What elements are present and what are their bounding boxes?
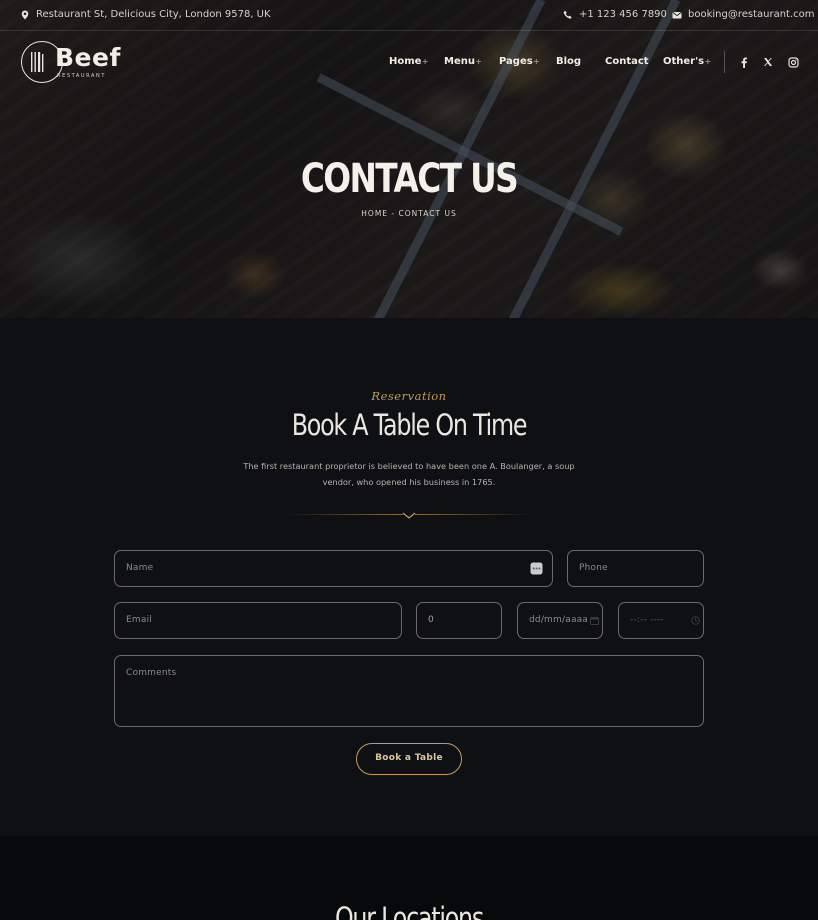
nav-item-others[interactable]: Other's + <box>663 56 711 67</box>
nav-item-home[interactable]: Home + <box>389 56 428 67</box>
x-icon[interactable] <box>761 55 775 69</box>
main-navigation: Beef RESTAURANT Home + Menu + Pages + Blog … <box>0 31 818 95</box>
plus-icon: + <box>533 57 540 66</box>
nav-item-menu[interactable]: Menu + <box>444 56 482 67</box>
ornament-line-left <box>285 514 403 515</box>
comments-placeholder: Comments <box>126 668 177 678</box>
envelope-icon <box>672 11 682 18</box>
cutlery-icon <box>31 52 44 72</box>
date-input[interactable]: dd/mm/aaaa <box>517 602 603 639</box>
email-placeholder: Email <box>126 615 152 625</box>
name-placeholder: Name <box>126 563 154 573</box>
map-pin-icon <box>21 10 29 19</box>
nav-divider <box>724 51 725 73</box>
phone-text: +1 123 456 7890 <box>579 9 667 20</box>
date-placeholder: dd/mm/aaaa <box>529 615 589 625</box>
logo-wordmark: Beef <box>55 43 121 72</box>
page-title: CONTACT US <box>300 156 519 202</box>
phone-icon <box>563 10 572 19</box>
nav-item-label: Contact <box>605 56 649 67</box>
nav-item-label: Menu <box>444 56 475 67</box>
address-info: Restaurant St, Delicious City, London 95… <box>20 9 271 20</box>
section-heading: Book A Table On Time <box>291 408 528 442</box>
logo-tagline: RESTAURANT <box>57 73 107 79</box>
nav-item-label: Home <box>389 56 422 67</box>
section-kicker: Reservation <box>371 389 447 403</box>
locations-heading: Our Locations <box>334 901 484 920</box>
autofill-icon[interactable] <box>530 562 543 575</box>
guests-value: 0 <box>428 615 434 625</box>
email-text: booking@restaurant.com <box>688 9 815 20</box>
chevron-down-icon <box>402 512 416 519</box>
section-description: The first restaurant proprietor is belie… <box>243 461 575 487</box>
nav-item-label: Blog <box>556 56 582 67</box>
calendar-icon[interactable] <box>590 616 599 625</box>
plus-icon: + <box>704 57 712 66</box>
nav-item-pages[interactable]: Pages + <box>499 56 540 67</box>
ornament-line-right <box>415 514 533 515</box>
top-info-bar: Restaurant St, Delicious City, London 95… <box>0 0 818 31</box>
beef-logo[interactable]: Beef RESTAURANT <box>21 41 120 85</box>
name-input[interactable]: Name <box>114 550 553 587</box>
breadcrumb: HOME - CONTACT US <box>361 209 457 218</box>
nav-item-contact[interactable]: Contact <box>605 56 649 67</box>
instagram-icon[interactable] <box>786 55 800 69</box>
phone-info[interactable]: +1 123 456 7890 <box>563 9 667 20</box>
divider-ornament <box>285 510 533 522</box>
reservation-section: Reservation Book A Table On Time The fir… <box>0 318 818 836</box>
phone-input[interactable]: Phone <box>567 550 704 587</box>
time-input[interactable]: --:-- ---- <box>618 602 704 639</box>
nav-item-label: Pages <box>499 56 533 67</box>
comments-textarea[interactable]: Comments <box>114 655 704 727</box>
email-info[interactable]: booking@restaurant.com <box>672 9 815 20</box>
plus-icon: + <box>421 57 429 66</box>
locations-section: Our Locations <box>0 836 818 920</box>
guests-number-input[interactable]: 0 <box>416 602 502 639</box>
email-field[interactable]: Email <box>114 602 402 639</box>
phone-placeholder: Phone <box>579 563 608 573</box>
nav-item-blog[interactable]: Blog <box>556 56 581 67</box>
nav-item-label: Other's <box>663 56 705 67</box>
plus-icon: + <box>475 57 482 66</box>
time-placeholder: --:-- ---- <box>630 615 664 625</box>
facebook-icon[interactable] <box>737 55 751 69</box>
clock-icon[interactable] <box>691 616 700 625</box>
address-text: Restaurant St, Delicious City, London 95… <box>36 9 271 20</box>
book-table-button[interactable]: Book a Table <box>356 743 462 775</box>
